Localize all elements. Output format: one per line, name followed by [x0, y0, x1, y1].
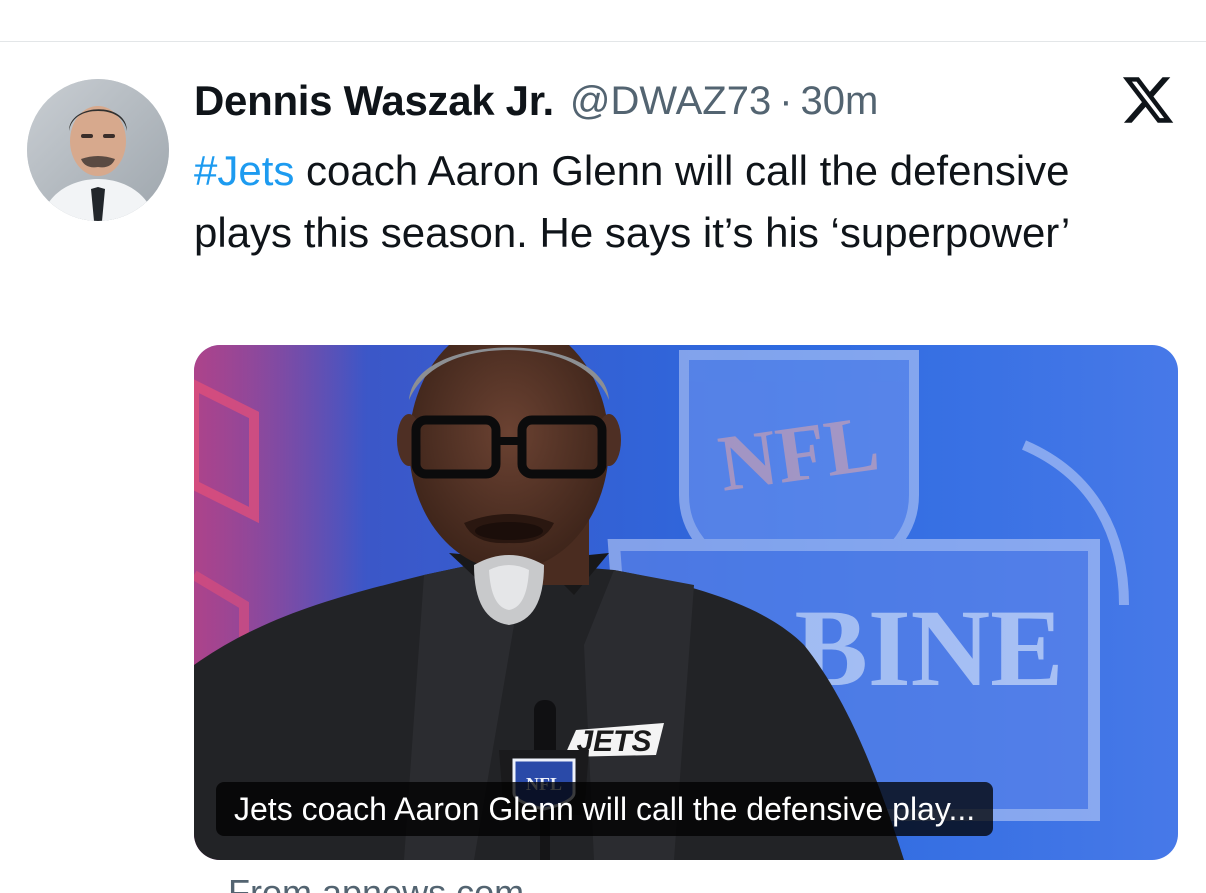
- tweet-screen: Dennis Waszak Jr. @DWAZ73 · 30m #Jets co…: [0, 0, 1206, 893]
- link-source[interactable]: From apnews.com: [228, 872, 524, 893]
- tweet-header: Dennis Waszak Jr. @DWAZ73 · 30m: [194, 73, 878, 129]
- hashtag-link[interactable]: #Jets: [194, 147, 294, 194]
- top-divider: [0, 41, 1206, 42]
- header-separator: ·: [779, 78, 793, 123]
- tweet-body-text: coach Aaron Glenn will call the defensiv…: [194, 147, 1071, 256]
- tweet-text: #Jets coach Aaron Glenn will call the de…: [194, 140, 1154, 264]
- author-name[interactable]: Dennis Waszak Jr.: [194, 77, 554, 125]
- author-handle[interactable]: @DWAZ73: [570, 79, 771, 124]
- link-card-media[interactable]: NFL BINE JETS Jets coach Aaron Glenn wil…: [194, 345, 1178, 860]
- media-caption: Jets coach Aaron Glenn will call the def…: [216, 782, 994, 836]
- x-logo-icon[interactable]: [1120, 72, 1176, 128]
- backdrop-banner-text: BINE: [795, 587, 1064, 709]
- x-logo-glyph: [1122, 77, 1174, 123]
- avatar-photo: [27, 79, 169, 221]
- tweet-timestamp[interactable]: 30m: [801, 79, 879, 124]
- author-avatar[interactable]: [27, 79, 169, 221]
